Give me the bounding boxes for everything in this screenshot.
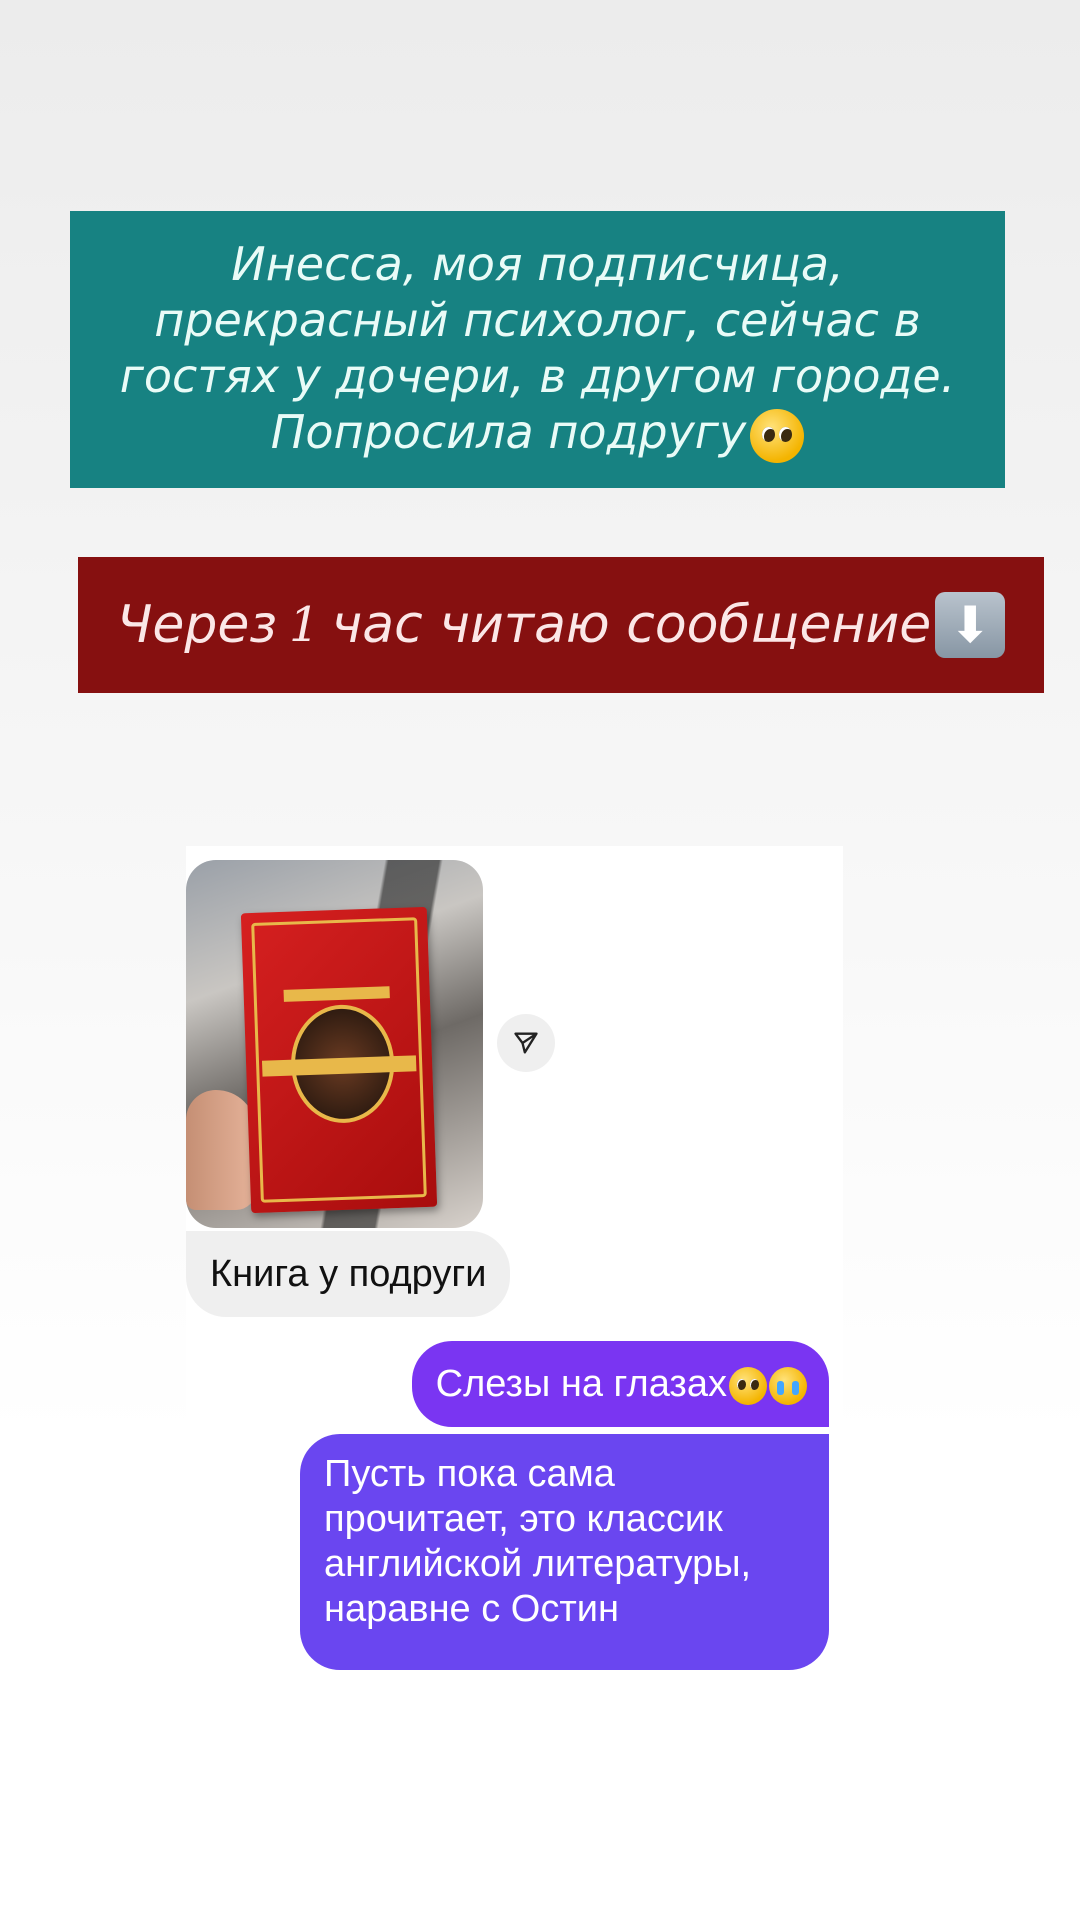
red-book-image <box>240 906 438 1214</box>
teal-caption-text: Инесса, моя подписчица, прекрасный психо… <box>119 237 956 460</box>
book-photo[interactable] <box>186 860 483 1228</box>
chat-screenshot: Книга у подруги Слезы на глазах Пусть по… <box>186 846 843 1674</box>
outgoing-message-2-text: Пусть пока сама прочитает, это классик а… <box>324 1453 752 1630</box>
incoming-message-text: Книга у подруги <box>210 1253 487 1295</box>
crying-face-emoji-icon <box>769 1366 807 1405</box>
incoming-message-bubble[interactable]: Книга у подруги <box>186 1231 511 1317</box>
outgoing-message-bubble-1[interactable]: Слезы на глазах <box>411 1341 829 1427</box>
outgoing-message-bubble-2[interactable]: Пусть пока сама прочитает, это классик а… <box>300 1434 829 1670</box>
paper-plane-icon <box>514 1032 538 1054</box>
down-arrow-emoji-icon: ⬇ <box>935 592 1006 658</box>
share-button[interactable] <box>497 1014 555 1072</box>
pleading-face-emoji-icon <box>729 1366 767 1405</box>
red-caption-number: 1 <box>289 597 320 653</box>
outgoing-message-1-text: Слезы на глазах <box>435 1363 727 1405</box>
pleading-face-emoji-icon <box>750 408 805 463</box>
red-caption-text-before: Через <box>116 595 277 655</box>
story-caption-teal: Инесса, моя подписчица, прекрасный психо… <box>70 211 1005 488</box>
hand-image <box>186 1090 256 1210</box>
story-caption-red: Через 1 час читаю сообщение ⬇ <box>78 557 1044 693</box>
red-caption-text-after: час читаю сообщение <box>331 595 932 655</box>
